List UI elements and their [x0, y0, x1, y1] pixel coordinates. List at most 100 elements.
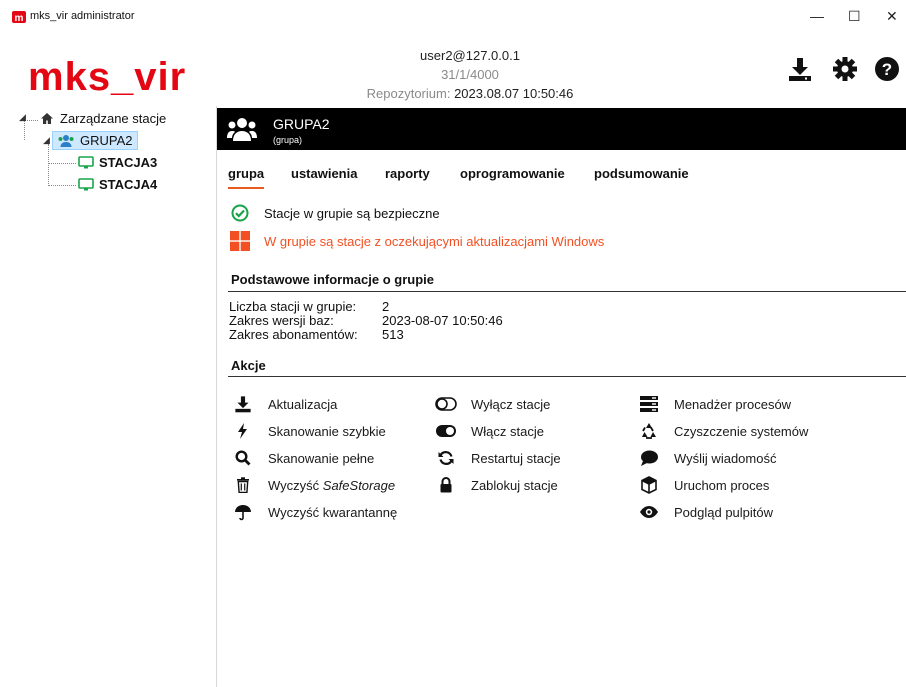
tree-root-managed-stations[interactable]: Zarządzane stacje	[40, 111, 166, 126]
connection-info: user2@127.0.0.1 31/1/4000 Repozytorium: …	[320, 46, 620, 103]
action-label: Wyślij wiadomość	[674, 450, 777, 466]
info-value: 2	[382, 299, 390, 314]
tab-podsumowanie[interactable]: podsumowanie	[594, 166, 689, 181]
mks-vir-logo: mks_vir	[28, 56, 185, 98]
status-windows-updates[interactable]: W grupie są stacje z oczekującymi aktual…	[230, 231, 604, 251]
action-quick-scan[interactable]: Skanowanie szybkie	[232, 422, 386, 440]
tree-item-station[interactable]: STACJA4	[78, 177, 157, 192]
tree-connector	[24, 120, 25, 140]
basic-info-table: Liczba stacji w grupie: 2 Zakres wersji …	[229, 300, 503, 342]
toggle-off-icon	[435, 397, 457, 411]
version-text: 31/1/4000	[441, 67, 499, 82]
tree-expander[interactable]: ◢	[19, 112, 26, 123]
group-name: GRUPA2	[273, 116, 330, 132]
home-icon	[41, 113, 53, 124]
tree-item-station[interactable]: STACJA3	[78, 155, 157, 170]
toggle-on-icon	[436, 425, 456, 437]
tree-connector	[48, 163, 76, 164]
section-divider	[228, 291, 906, 292]
group-header-bar: GRUPA2 (grupa)	[217, 108, 906, 150]
action-run-process[interactable]: Uruchom proces	[638, 476, 769, 494]
download-icon[interactable]	[787, 56, 813, 82]
info-label: Liczba stacji w grupie:	[229, 299, 357, 314]
action-label: Wyłącz stacje	[471, 396, 551, 412]
gear-icon[interactable]	[832, 56, 858, 82]
eye-icon	[640, 506, 658, 518]
actions-title: Akcje	[231, 358, 266, 373]
tree-expander[interactable]: ◢	[43, 135, 50, 146]
tree-group-label: GRUPA2	[80, 133, 133, 148]
action-label: Skanowanie pełne	[268, 450, 375, 466]
action-clear-safestorage[interactable]: Wyczyść SafeStorage	[232, 476, 395, 494]
trash-icon	[237, 477, 249, 493]
refresh-icon	[438, 451, 454, 465]
tab-raporty[interactable]: raporty	[385, 166, 430, 181]
info-label: Zakres abonamentów:	[229, 327, 358, 342]
repo-label: Repozytorium:	[366, 86, 451, 101]
tree-item-group[interactable]: GRUPA2	[52, 131, 138, 150]
tree-connector	[48, 144, 49, 186]
message-icon	[641, 450, 658, 466]
minimize-button[interactable]: —	[810, 8, 824, 24]
action-send-message[interactable]: Wyślij wiadomość	[638, 449, 776, 467]
action-label: Menadżer procesów	[674, 396, 792, 412]
tree-root-label: Zarządzane stacje	[60, 111, 167, 126]
users-icon	[227, 118, 257, 141]
users-icon	[58, 134, 74, 147]
help-icon[interactable]: ?	[874, 56, 900, 82]
action-label: Uruchom proces	[674, 477, 770, 493]
tab-grupa[interactable]: grupa	[228, 166, 265, 189]
info-value: 2023-08-07 10:50:46	[382, 313, 503, 328]
action-label: Podgląd pulpitów	[674, 504, 774, 520]
action-restart[interactable]: Restartuj stacje	[435, 449, 561, 467]
server-icon	[640, 396, 658, 412]
repo-value: 2023.08.07 10:50:46	[454, 86, 574, 101]
close-button[interactable]: ✕	[886, 8, 898, 25]
action-desktop-preview[interactable]: Podgląd pulpitów	[638, 503, 773, 521]
action-full-scan[interactable]: Skanowanie pełne	[232, 449, 374, 467]
recycle-icon	[642, 423, 656, 439]
svg-text:m: m	[15, 13, 24, 24]
tree-station-label: STACJA3	[99, 155, 158, 170]
action-power-on[interactable]: Włącz stacje	[435, 422, 544, 440]
lock-icon	[440, 477, 452, 493]
cube-icon	[641, 476, 657, 494]
svg-text:?: ?	[882, 60, 892, 79]
action-update[interactable]: Aktualizacja	[232, 395, 337, 413]
monitor-icon	[78, 178, 94, 191]
action-system-cleanup[interactable]: Czyszczenie systemów	[638, 422, 808, 440]
maximize-button[interactable]: ☐	[848, 8, 861, 25]
check-circle-icon	[231, 204, 249, 222]
monitor-icon	[78, 156, 94, 169]
user-address: user2@127.0.0.1	[420, 48, 520, 63]
action-label: Wyczyść kwarantannę	[268, 504, 398, 520]
action-lock[interactable]: Zablokuj stacje	[435, 476, 558, 494]
action-process-manager[interactable]: Menadżer procesów	[638, 395, 791, 413]
window-title: mks_vir administrator	[30, 10, 135, 22]
action-label: Aktualizacja	[268, 396, 338, 412]
tab-oprogramowanie[interactable]: oprogramowanie	[460, 166, 565, 181]
tree-connector	[24, 120, 38, 121]
action-label: Skanowanie szybkie	[268, 423, 386, 439]
app-logo-icon: m	[12, 11, 26, 24]
info-value: 513	[382, 327, 404, 342]
action-label: Restartuj stacje	[471, 450, 561, 466]
status-windows-text[interactable]: W grupie są stacje z oczekującymi aktual…	[264, 234, 604, 249]
tab-ustawienia[interactable]: ustawienia	[291, 166, 357, 181]
action-label: Włącz stacje	[471, 423, 544, 439]
action-clear-quarantine[interactable]: Wyczyść kwarantannę	[232, 503, 397, 521]
station-tree-panel: ◢ Zarządzane stacje ◢ GRUPA2 STACJA3 STA…	[0, 106, 217, 687]
status-safe-text: Stacje w grupie są bezpieczne	[264, 205, 440, 221]
action-label: Wyczyść SafeStorage	[268, 477, 396, 493]
download-icon	[235, 396, 251, 413]
action-label: Czyszczenie systemów	[674, 423, 809, 439]
basic-info-title: Podstawowe informacje o grupie	[231, 272, 434, 287]
umbrella-icon	[235, 505, 251, 521]
section-divider	[228, 376, 906, 377]
search-icon	[235, 450, 251, 466]
action-power-off[interactable]: Wyłącz stacje	[435, 395, 550, 413]
group-type: (grupa)	[273, 135, 303, 145]
windows-icon	[230, 231, 250, 251]
info-row: Zakres abonamentów: 513	[229, 328, 503, 342]
info-row: Zakres wersji baz: 2023-08-07 10:50:46	[229, 314, 503, 328]
